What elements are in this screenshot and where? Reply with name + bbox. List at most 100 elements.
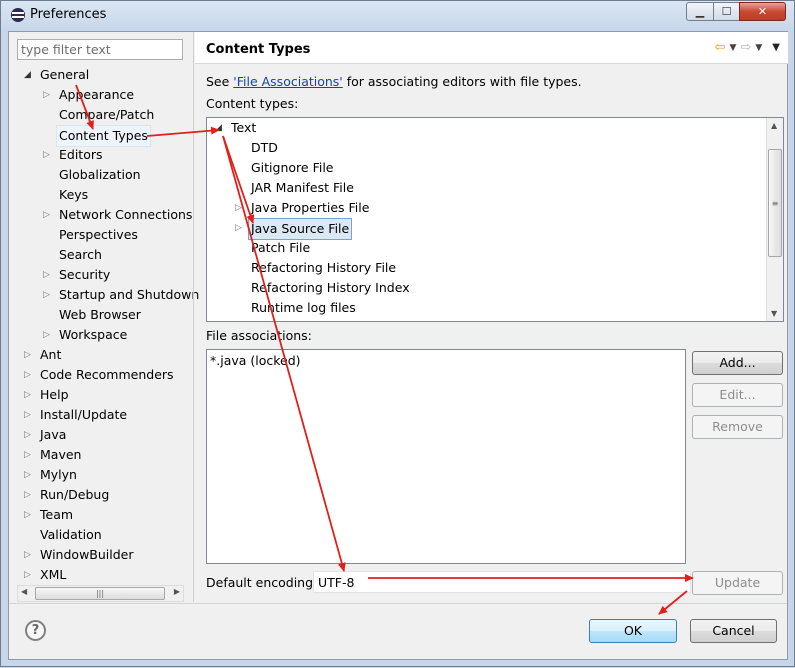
collapsed-twisty-icon[interactable]: ▷ bbox=[43, 285, 50, 305]
scroll-up-icon[interactable]: ▲ bbox=[771, 121, 777, 130]
tree-item[interactable]: Keys bbox=[17, 185, 193, 205]
horizontal-scrollbar[interactable]: ◀ ||| ▶ bbox=[17, 585, 184, 602]
tree-item[interactable]: ▷ Appearance bbox=[17, 85, 193, 105]
tree-item[interactable]: ▷ Help bbox=[17, 385, 193, 405]
expanded-twisty-icon[interactable]: ◢ bbox=[215, 118, 222, 138]
file-associations-list[interactable]: *.java (locked) bbox=[206, 349, 686, 564]
content-types-label: Content types: bbox=[206, 96, 299, 111]
tree-item[interactable]: Patch File bbox=[207, 238, 783, 258]
tree-item[interactable]: Content Types bbox=[17, 125, 193, 147]
cancel-button[interactable]: Cancel bbox=[690, 619, 777, 643]
collapsed-twisty-icon[interactable]: ▷ bbox=[43, 85, 50, 105]
tree-item[interactable]: ▷ Startup and Shutdown bbox=[17, 285, 199, 305]
scroll-down-icon[interactable]: ▼ bbox=[771, 309, 777, 318]
tree-item[interactable]: ▷ Java bbox=[17, 425, 193, 445]
forward-dropdown-icon[interactable]: ▼ bbox=[755, 43, 762, 53]
collapsed-twisty-icon[interactable]: ▷ bbox=[235, 198, 242, 218]
collapsed-twisty-icon[interactable]: ▷ bbox=[43, 265, 50, 285]
tree-item-label: Runtime log files bbox=[251, 300, 356, 315]
tree-item-label: Search bbox=[59, 247, 102, 262]
collapsed-twisty-icon[interactable]: ▷ bbox=[43, 325, 50, 345]
collapsed-twisty-icon[interactable]: ▷ bbox=[24, 485, 31, 505]
file-associations-link[interactable]: 'File Associations' bbox=[233, 74, 342, 89]
tree-item[interactable]: Refactoring History File bbox=[207, 258, 783, 278]
view-menu-icon[interactable]: ▼ bbox=[772, 42, 780, 53]
ok-button[interactable]: OK bbox=[589, 619, 677, 643]
collapsed-twisty-icon[interactable]: ▷ bbox=[24, 505, 31, 525]
scroll-right-icon[interactable]: ▶ bbox=[174, 587, 180, 596]
tree-item[interactable]: DTD bbox=[207, 138, 783, 158]
tree-item-label: General bbox=[40, 67, 90, 82]
tree-item[interactable]: Perspectives bbox=[17, 225, 193, 245]
preferences-window: Preferences ▁ ☐ ✕ ◢ General ▷ Appearance Com… bbox=[0, 0, 795, 667]
tree-item-label: Network Connections bbox=[59, 207, 193, 222]
collapsed-twisty-icon[interactable]: ▷ bbox=[24, 565, 31, 585]
tree-item[interactable]: ▷ Java Properties File bbox=[207, 198, 783, 218]
tree-item[interactable]: ▷ Workspace bbox=[17, 325, 193, 345]
scroll-left-icon[interactable]: ◀ bbox=[21, 587, 27, 596]
tree-item[interactable]: ◢ Text bbox=[207, 118, 783, 138]
scroll-thumb[interactable]: ||| bbox=[35, 587, 165, 600]
scroll-thumb[interactable]: ≡ bbox=[768, 149, 782, 257]
tree-item[interactable]: ▷ Mylyn bbox=[17, 465, 193, 485]
help-icon[interactable]: ? bbox=[25, 620, 46, 641]
collapsed-twisty-icon[interactable]: ▷ bbox=[24, 545, 31, 565]
collapsed-twisty-icon[interactable]: ▷ bbox=[235, 218, 242, 238]
tree-item[interactable]: ▷ Security bbox=[17, 265, 193, 285]
grip-icon: ||| bbox=[95, 589, 105, 598]
collapsed-twisty-icon[interactable]: ▷ bbox=[24, 425, 31, 445]
tree-item[interactable]: ◢ General bbox=[17, 65, 193, 85]
update-button[interactable]: Update bbox=[692, 571, 783, 595]
collapsed-twisty-icon[interactable]: ▷ bbox=[43, 205, 50, 225]
tree-item[interactable]: Validation bbox=[17, 525, 193, 545]
tree-item[interactable]: ▷ Editors bbox=[17, 145, 193, 165]
tree-item[interactable]: Search bbox=[17, 245, 193, 265]
collapsed-twisty-icon[interactable]: ▷ bbox=[24, 405, 31, 425]
add-button[interactable]: Add... bbox=[692, 351, 783, 375]
collapsed-twisty-icon[interactable]: ▷ bbox=[24, 345, 31, 365]
content-types-tree[interactable]: ◢ Text DTD Gitignore File JAR Manifest File ▷… bbox=[206, 117, 784, 322]
default-encoding-label: Default encoding: bbox=[206, 575, 318, 590]
collapsed-twisty-icon[interactable]: ▷ bbox=[24, 385, 31, 405]
maximize-button[interactable]: ☐ bbox=[713, 2, 740, 21]
tree-item[interactable]: ▷ XML bbox=[17, 565, 193, 585]
vertical-scrollbar[interactable]: ▲ ≡ ▼ bbox=[766, 118, 783, 321]
forward-arrow-icon[interactable]: ⇨ bbox=[740, 40, 751, 55]
tree-item[interactable]: Web Browser bbox=[17, 305, 193, 325]
title-bar[interactable]: Preferences ▁ ☐ ✕ bbox=[1, 1, 794, 31]
tree-item[interactable]: Globalization bbox=[17, 165, 193, 185]
collapsed-twisty-icon[interactable]: ▷ bbox=[24, 445, 31, 465]
tree-item[interactable]: ▷ Ant bbox=[17, 345, 193, 365]
back-dropdown-icon[interactable]: ▼ bbox=[730, 43, 737, 53]
tree-item[interactable]: Refactoring History Index bbox=[207, 278, 783, 298]
remove-button[interactable]: Remove bbox=[692, 415, 783, 439]
tree-item-label: Validation bbox=[40, 527, 102, 542]
tree-item[interactable]: ▷ Code Recommenders bbox=[17, 365, 193, 385]
default-encoding-input[interactable] bbox=[313, 571, 691, 593]
tree-item[interactable]: ▷ WindowBuilder bbox=[17, 545, 193, 565]
tree-item[interactable]: ▷ Network Connections bbox=[17, 205, 193, 225]
tree-item-label: Gitignore File bbox=[251, 160, 334, 175]
collapsed-twisty-icon[interactable]: ▷ bbox=[24, 465, 31, 485]
collapsed-twisty-icon[interactable]: ▷ bbox=[24, 365, 31, 385]
tree-item[interactable]: Runtime log files bbox=[207, 298, 783, 318]
close-button[interactable]: ✕ bbox=[739, 2, 786, 21]
expanded-twisty-icon[interactable]: ◢ bbox=[24, 65, 31, 85]
list-item[interactable]: *.java (locked) bbox=[210, 353, 301, 368]
tree-item[interactable]: Gitignore File bbox=[207, 158, 783, 178]
back-arrow-icon[interactable]: ⇦ bbox=[715, 40, 726, 55]
edit-button[interactable]: Edit... bbox=[692, 383, 783, 407]
minimize-button[interactable]: ▁ bbox=[686, 2, 714, 21]
tree-item-label: Ant bbox=[40, 347, 62, 362]
tree-item[interactable]: ▷ Install/Update bbox=[17, 405, 193, 425]
tree-item[interactable]: ▷ Team bbox=[17, 505, 193, 525]
tree-item[interactable]: JAR Manifest File bbox=[207, 178, 783, 198]
collapsed-twisty-icon[interactable]: ▷ bbox=[43, 145, 50, 165]
tree-item[interactable]: Compare/Patch bbox=[17, 105, 193, 125]
tree-item-label: Install/Update bbox=[40, 407, 128, 422]
pane-splitter[interactable] bbox=[193, 32, 194, 602]
tree-item[interactable]: ▷ Run/Debug bbox=[17, 485, 193, 505]
tree-item[interactable]: ▷ Java Source File bbox=[207, 218, 783, 240]
tree-item[interactable]: ▷ Maven bbox=[17, 445, 193, 465]
filter-input[interactable] bbox=[17, 39, 183, 60]
